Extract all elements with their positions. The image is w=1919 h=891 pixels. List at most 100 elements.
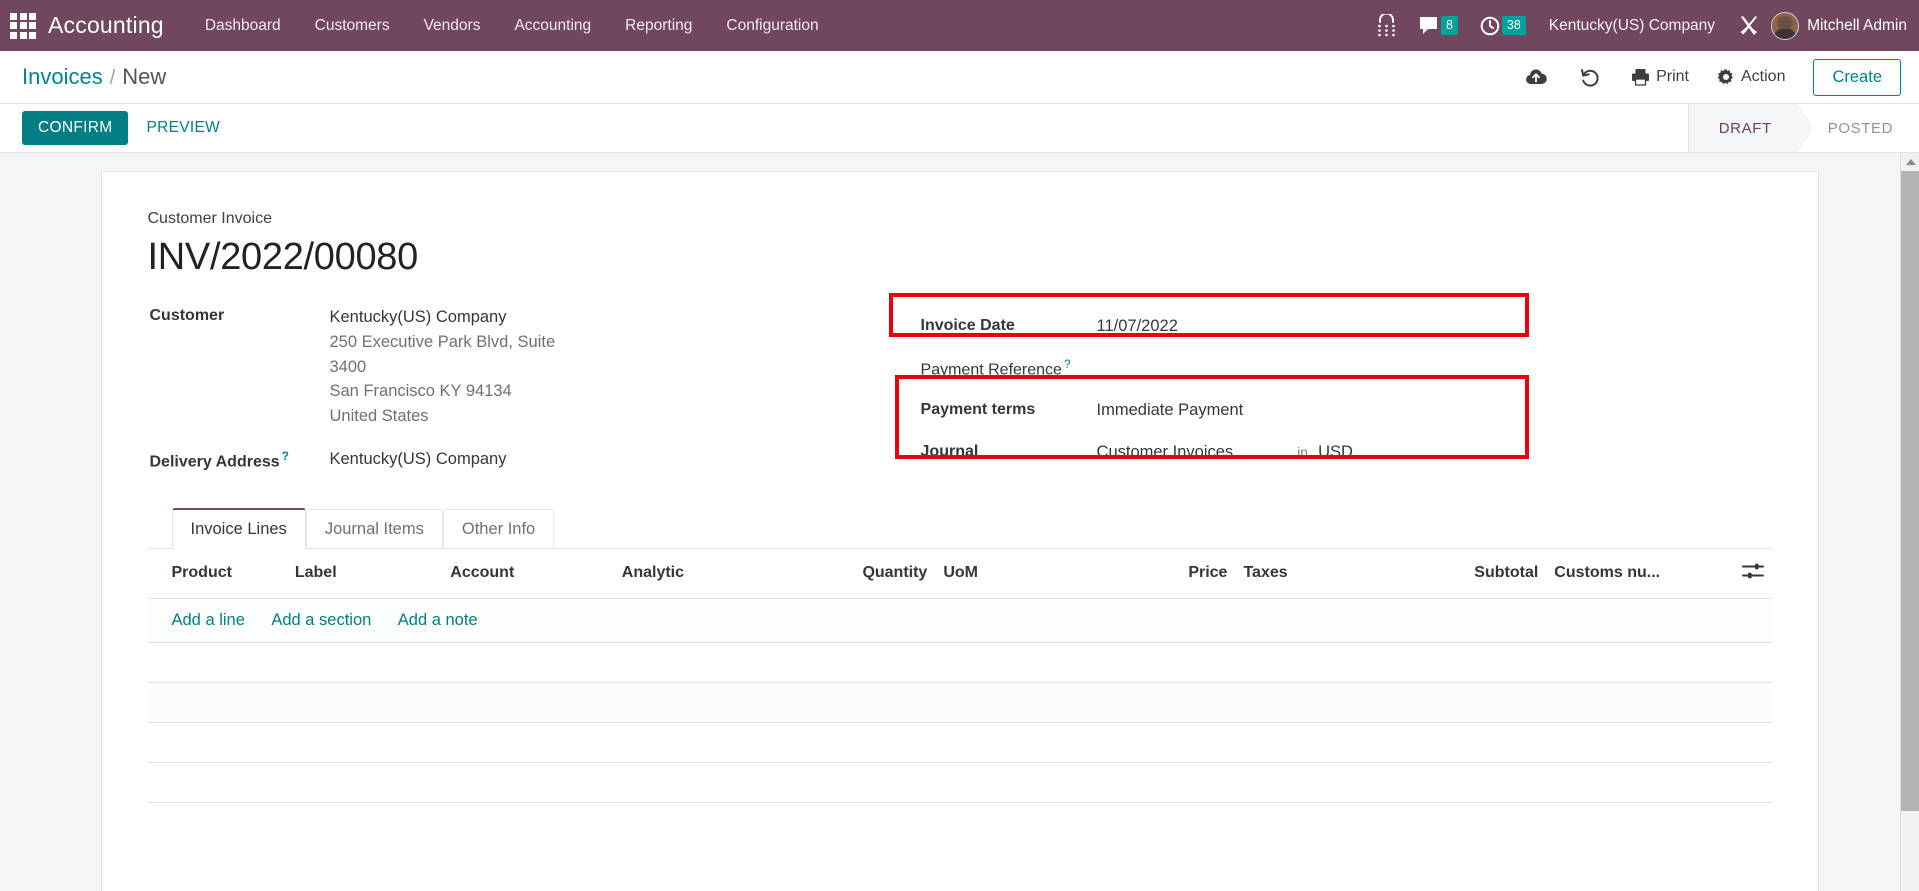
scroll-up-arrow-icon[interactable] xyxy=(1901,153,1919,171)
control-panel-actions: Print Action Create xyxy=(1509,58,1901,96)
column-account[interactable]: Account xyxy=(442,548,614,599)
add-a-line-link[interactable]: Add a line xyxy=(172,611,245,629)
column-analytic[interactable]: Analytic xyxy=(613,548,829,599)
status-bar-buttons: CONFIRM PREVIEW xyxy=(0,104,236,152)
column-label[interactable]: Label xyxy=(286,548,443,599)
phone-dialpad-icon xyxy=(1378,14,1395,37)
payment-terms-value[interactable]: Immediate Payment xyxy=(1097,401,1244,420)
right-field-column: Invoice Date 11/07/2022 Payment Referenc… xyxy=(888,293,1772,475)
save-record-button[interactable] xyxy=(1509,67,1563,87)
stage-draft[interactable]: DRAFT xyxy=(1688,104,1814,152)
printer-icon xyxy=(1632,69,1650,86)
customer-label: Customer xyxy=(149,307,225,324)
customer-address-line-3: San Francisco KY 94134 xyxy=(329,382,512,401)
column-uom[interactable]: UoM xyxy=(935,548,1161,599)
table-row[interactable] xyxy=(147,722,1772,763)
activities-button[interactable]: 38 xyxy=(1469,0,1537,51)
voip-button[interactable] xyxy=(1366,0,1407,51)
delivery-address-field-row: Delivery Address? Kentucky(US) Company xyxy=(150,447,895,472)
notebook-tabs: Invoice Lines Journal Items Other Info xyxy=(147,507,1772,549)
column-price[interactable]: Price xyxy=(1160,548,1236,599)
tab-other-info[interactable]: Other Info xyxy=(442,508,555,549)
menu-item-dashboard[interactable]: Dashboard xyxy=(188,11,298,41)
payment-reference-help-icon[interactable]: ? xyxy=(1064,357,1071,371)
user-avatar[interactable] xyxy=(1771,11,1800,40)
user-menu[interactable]: Mitchell Admin xyxy=(1807,17,1911,35)
column-subtotal[interactable]: Subtotal xyxy=(1449,548,1547,599)
sliders-icon xyxy=(1741,563,1764,578)
print-label: Print xyxy=(1656,68,1689,85)
menu-item-configuration[interactable]: Configuration xyxy=(709,11,835,41)
menu-item-reporting[interactable]: Reporting xyxy=(608,11,709,41)
developer-tools-button[interactable] xyxy=(1727,0,1771,51)
control-panel: Invoices / New Print Action Create xyxy=(0,51,1919,104)
wrench-screwdriver-icon xyxy=(1740,15,1758,35)
top-navbar: Accounting Dashboard Customers Vendors A… xyxy=(0,0,1919,51)
payment-terms-label: Payment terms xyxy=(920,401,1036,418)
chat-bubble-icon xyxy=(1419,17,1437,34)
breadcrumb-invoices[interactable]: Invoices xyxy=(22,64,103,90)
left-field-column: Customer Kentucky(US) Company 250 Execut… xyxy=(148,305,895,475)
preview-button[interactable]: PREVIEW xyxy=(130,111,236,145)
payment-reference-label-text: Payment Reference xyxy=(920,361,1062,379)
column-taxes[interactable]: Taxes xyxy=(1235,548,1450,599)
vertical-scrollbar[interactable] xyxy=(1900,153,1919,891)
customer-address-line-4: United States xyxy=(329,407,429,425)
optional-columns-toggle[interactable] xyxy=(1707,548,1772,599)
column-product[interactable]: Product xyxy=(147,548,287,599)
invoice-sheet: Customer Invoice INV/2022/00080 Customer… xyxy=(100,171,1819,891)
table-row[interactable] xyxy=(147,642,1772,683)
menu-item-vendors[interactable]: Vendors xyxy=(407,11,498,41)
customer-name[interactable]: Kentucky(US) Company xyxy=(330,305,556,330)
table-header-row: Product Label Account Analytic Quantity … xyxy=(147,548,1772,599)
stage-pipeline: DRAFT POSTED xyxy=(1687,104,1919,152)
customer-address-line-1: 250 Executive Park Blvd, Suite xyxy=(329,332,556,351)
tab-invoice-lines[interactable]: Invoice Lines xyxy=(171,507,306,549)
menu-item-accounting[interactable]: Accounting xyxy=(497,11,608,41)
delivery-address-value[interactable]: Kentucky(US) Company xyxy=(330,447,507,472)
cloud-upload-icon xyxy=(1526,69,1547,85)
discard-changes-button[interactable] xyxy=(1563,67,1617,88)
breadcrumb-current: New xyxy=(122,64,167,89)
invoice-date-value[interactable]: 11/07/2022 xyxy=(1097,317,1178,336)
add-line-cell: Add a line Add a section Add a note xyxy=(147,598,1772,643)
delivery-address-label: Delivery Address? xyxy=(150,447,330,471)
customer-address-line-2: 3400 xyxy=(329,357,367,376)
breadcrumb: Invoices / New xyxy=(22,64,166,90)
add-a-section-link[interactable]: Add a section xyxy=(271,611,371,629)
column-quantity[interactable]: Quantity xyxy=(828,548,936,599)
menu-item-customers[interactable]: Customers xyxy=(298,11,407,41)
table-row[interactable] xyxy=(147,762,1772,803)
print-menu-button[interactable]: Print xyxy=(1617,62,1703,92)
table-row[interactable] xyxy=(147,682,1772,723)
company-switcher[interactable]: Kentucky(US) Company xyxy=(1537,17,1727,35)
currency-value[interactable]: USD xyxy=(1318,443,1353,462)
scrollbar-thumb[interactable] xyxy=(1901,171,1919,811)
messages-button[interactable]: 8 xyxy=(1407,0,1469,51)
add-a-note-link[interactable]: Add a note xyxy=(398,611,478,629)
column-customs-number[interactable]: Customs nu... xyxy=(1546,548,1708,599)
customer-value-block[interactable]: Kentucky(US) Company 250 Executive Park … xyxy=(330,305,556,429)
document-type-label: Customer Invoice xyxy=(147,210,273,227)
messages-count-badge: 8 xyxy=(1440,15,1458,36)
tab-journal-items[interactable]: Journal Items xyxy=(305,508,443,549)
apps-grid-icon[interactable] xyxy=(8,11,38,41)
invoice-number-title[interactable]: INV/2022/00080 xyxy=(148,236,1772,279)
stage-posted[interactable]: POSTED xyxy=(1797,104,1919,152)
action-menu-button[interactable]: Action xyxy=(1703,62,1799,92)
main-menu: Dashboard Customers Vendors Accounting R… xyxy=(188,11,836,41)
action-label: Action xyxy=(1741,68,1786,85)
invoice-lines-body: Add a line Add a section Add a note xyxy=(147,598,1772,803)
journal-label: Journal xyxy=(920,443,979,460)
delivery-address-help-icon[interactable]: ? xyxy=(282,449,289,463)
delivery-address-label-text: Delivery Address xyxy=(149,453,280,471)
journal-row: Journal Customer Invoices in USD xyxy=(907,431,1772,473)
form-content-area: Customer Invoice INV/2022/00080 Customer… xyxy=(0,153,1919,891)
journal-value[interactable]: Customer Invoices xyxy=(1097,443,1234,462)
confirm-button[interactable]: CONFIRM xyxy=(22,111,129,145)
payment-reference-row: Payment Reference? xyxy=(907,347,1772,389)
create-button[interactable]: Create xyxy=(1813,58,1901,96)
gear-icon xyxy=(1717,68,1733,84)
app-brand-accounting[interactable]: Accounting xyxy=(48,12,164,39)
breadcrumb-separator: / xyxy=(109,67,116,89)
